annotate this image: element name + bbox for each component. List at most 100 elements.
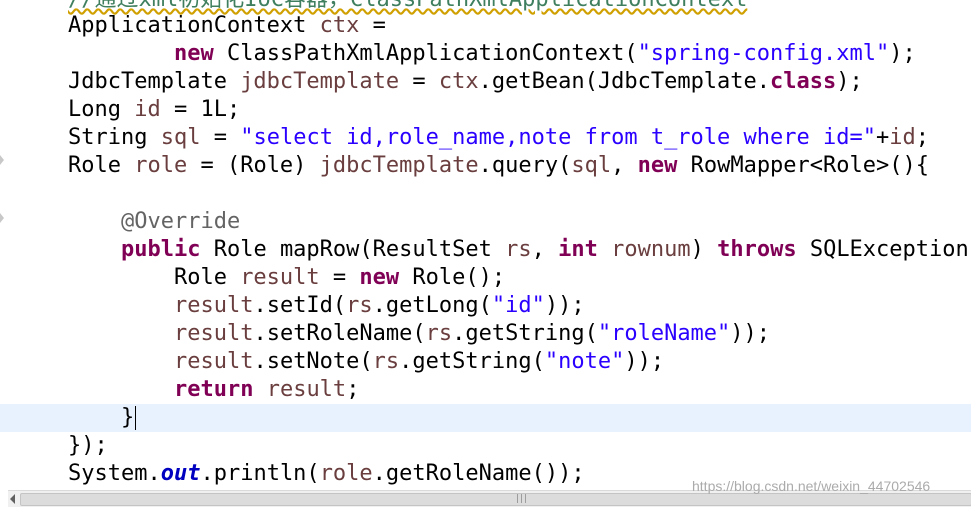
code-variable: jdbcTemplate (319, 153, 479, 178)
code-text: RowMapper<Role>(){ (677, 153, 930, 178)
code-variable: result (173, 321, 254, 346)
code-variable: id (889, 125, 916, 150)
code-text: = (319, 265, 360, 290)
code-line-10: Role result = new Role(); (0, 264, 971, 292)
code-text: .getString( (452, 321, 598, 346)
code-text: = (399, 69, 439, 94)
code-variable: rs (425, 321, 453, 346)
code-editor[interactable]: //通过xml初始化IoC容器，ClassPathXmlApplicationC… (0, 0, 971, 490)
code-comment: //通过xml初始化IoC容器，ClassPathXmlApplicationC… (0, 0, 747, 12)
code-keyword: class (770, 69, 837, 94)
code-line-5: String sql = "select id,role_name,note f… (0, 124, 971, 152)
code-text: .query( (478, 153, 572, 178)
code-line-6: Role role = (Role) jdbcTemplate.query(sq… (0, 152, 971, 180)
code-text: ApplicationContext (68, 13, 320, 38)
text-caret (135, 406, 137, 430)
code-keyword: new (359, 265, 400, 290)
code-text: Role (68, 265, 241, 290)
code-text: .setRoleName( (253, 321, 426, 346)
code-line-12: result.setRoleName(rs.getString("roleNam… (0, 320, 971, 348)
code-variable: result (173, 293, 254, 318)
code-text: Role (68, 153, 135, 178)
code-text: .println( (200, 461, 320, 486)
code-text: .setNote( (253, 349, 373, 374)
code-text: Long (68, 97, 135, 122)
code-line-13: result.setNote(rs.getString("note")); (0, 348, 971, 376)
code-line-9: public Role mapRow(ResultSet rs, int row… (0, 236, 971, 264)
code-variable: result (173, 349, 254, 374)
code-string: "id" (491, 293, 545, 318)
code-text: .getBean(JdbcTemplate. (478, 69, 771, 94)
code-text: )); (544, 293, 585, 318)
code-line-14: return result; (0, 376, 971, 404)
code-line-2: new ClassPathXmlApplicationContext("spri… (0, 40, 971, 68)
code-text: SQLException { (809, 237, 969, 262)
code-variable: result (266, 377, 347, 402)
code-string: "roleName" (597, 321, 731, 346)
code-text: ; (915, 125, 929, 150)
code-text: JdbcTemplate (68, 69, 241, 94)
code-text: } (68, 405, 135, 430)
code-variable: rs (346, 293, 373, 318)
code-text: )); (730, 321, 771, 346)
code-string: "note" (544, 349, 625, 374)
code-text: System. (68, 461, 161, 486)
code-keyword: new (637, 153, 678, 178)
code-line-16: }); (0, 432, 971, 460)
code-keyword: new (173, 41, 214, 66)
code-text: = (359, 13, 386, 38)
code-line-11: result.setId(rs.getLong("id")); (0, 292, 971, 320)
code-variable: jdbcTemplate (240, 69, 400, 94)
code-text: String (68, 125, 161, 150)
code-string: "spring-config.xml" (637, 41, 890, 66)
code-text: .getLong( (372, 293, 492, 318)
code-text: ) (690, 237, 718, 262)
code-string: "select id,role_name,note from t_role wh… (240, 125, 876, 150)
code-line-current[interactable]: } (0, 404, 971, 432)
code-text: ); (836, 69, 863, 94)
code-keyword: return (173, 377, 254, 402)
code-text: )); (624, 349, 665, 374)
code-text: .getRoleName()); (372, 461, 585, 486)
code-variable: rownum (611, 237, 691, 262)
code-text: + (875, 125, 890, 150)
code-keyword: int (558, 237, 598, 262)
code-variable: rs (372, 349, 400, 374)
code-text: }); (68, 433, 108, 458)
code-variable: rs (505, 237, 532, 262)
code-variable: ctx (319, 13, 360, 38)
code-text: ClassPathXmlApplicationContext( (213, 41, 638, 66)
scroll-left-arrow-icon[interactable] (10, 494, 15, 504)
code-variable: role (134, 153, 188, 178)
code-variable: role (319, 461, 373, 486)
scrollbar-thumb[interactable]: ||| (20, 493, 971, 506)
code-text: , (611, 153, 638, 178)
code-variable: id (134, 97, 161, 122)
code-line-4: Long id = 1L; (0, 96, 971, 124)
code-keyword: throws (717, 237, 797, 262)
code-text: Role(); (399, 265, 506, 290)
code-variable: result (240, 265, 320, 290)
scrollbar-grip: ||| (516, 494, 529, 504)
code-annotation: @Override (120, 209, 241, 234)
watermark-text: https://blog.csdn.net/weixin_44702546 (692, 478, 931, 494)
code-text: ; (346, 377, 360, 402)
code-text: .setId( (253, 293, 347, 318)
code-line-1: ApplicationContext ctx = (0, 12, 971, 40)
code-text: = (200, 125, 241, 150)
code-variable: ctx (438, 69, 479, 94)
code-text: = (Role) (187, 153, 320, 178)
code-text: , (531, 237, 559, 262)
code-variable: sql (160, 125, 201, 150)
code-text: .getString( (399, 349, 545, 374)
code-text: Role mapRow(ResultSet (200, 237, 506, 262)
